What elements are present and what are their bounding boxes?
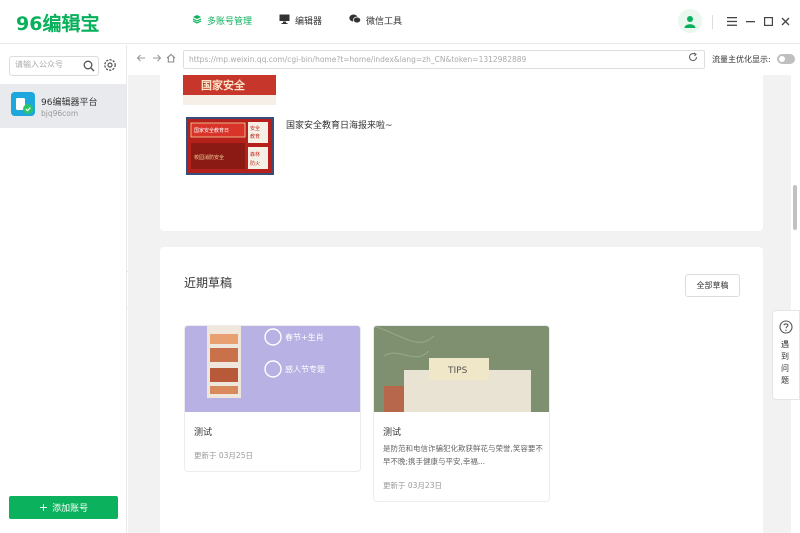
browser-toolbar: https://mp.weixin.qq.com/cgi-bin/home?t=… [128, 45, 800, 75]
cover-text-2: 感人节专题 [285, 364, 325, 374]
thumb2-label-3: 安全 [250, 125, 260, 132]
help-label: 遇到问题 [781, 340, 789, 385]
thumb2-label-1: 国家安全教育日 [194, 127, 229, 134]
cover-text-1: 春节+生肖 [285, 332, 324, 342]
draft-date: 更新于 03月23日 [383, 481, 442, 490]
maximize-icon[interactable] [761, 12, 775, 30]
thumb2-label-6: 防火 [250, 160, 260, 167]
account-item[interactable]: 96编辑器平台 bjq96com [0, 84, 126, 128]
nav-multi-account[interactable]: 多账号管理 [192, 14, 252, 27]
window-controls-divider [712, 15, 713, 29]
thumb2-label-2: 校园消防安全 [194, 154, 224, 161]
article-card: 国家安全 国家安全教育日 安全 教育 校园消防安全 森林 防火 国家安全教育日海… [160, 75, 763, 231]
nav-wechat-tools-label: 微信工具 [366, 17, 403, 27]
app-logo: 96编辑宝 [16, 13, 100, 35]
article-thumbnail-2[interactable]: 国家安全教育日 安全 教育 校园消防安全 森林 防火 [186, 117, 274, 175]
arrow-right-icon[interactable] [152, 53, 162, 63]
web-content: 国家安全 国家安全教育日 安全 教育 校园消防安全 森林 防火 国家安全教育日海… [128, 75, 791, 533]
draft-title: 测试 [194, 428, 213, 438]
refresh-icon[interactable] [688, 52, 698, 62]
gear-icon[interactable] [103, 58, 117, 72]
search-input[interactable] [15, 60, 77, 69]
close-icon[interactable] [778, 12, 792, 30]
nav-multi-account-label: 多账号管理 [207, 17, 253, 27]
nav-editor-label: 编辑器 [295, 17, 323, 27]
sidebar: 96编辑器平台 bjq96com + 添加账号 [0, 45, 127, 533]
cover-text-tips: TIPS [447, 366, 468, 376]
nav-wechat-tools[interactable]: 微信工具 [349, 14, 402, 27]
section-title: 近期草稿 [184, 276, 233, 290]
all-drafts-button[interactable]: 全部草稿 [685, 274, 740, 297]
article-title[interactable]: 国家安全教育日海报来啦~ [286, 118, 393, 131]
flow-optimize-toggle[interactable] [777, 54, 795, 64]
draft-card[interactable]: 春节+生肖 感人节专题 测试 更新于 03月25日 [184, 325, 361, 472]
account-id: bjq96com [41, 109, 79, 118]
wechat-icon [349, 14, 362, 27]
account-logo [11, 92, 35, 116]
nav-editor[interactable]: 编辑器 [279, 14, 322, 27]
question-icon [779, 320, 793, 334]
search-icon[interactable] [83, 60, 95, 72]
draft-cover: TIPS [374, 326, 549, 412]
draft-card[interactable]: TIPS 测试 是防范和电信诈骗犯化欺获鲜花与荣誉,笑容要不早不晚;携手健康与平… [373, 325, 550, 502]
minimize-icon[interactable] [743, 12, 757, 30]
help-button[interactable]: 遇到问题 [772, 310, 800, 400]
thumb1-text: 国家安全 [201, 78, 246, 92]
draft-title: 测试 [383, 428, 402, 438]
add-account-label: 添加账号 [52, 504, 89, 514]
draft-description: 是防范和电信诈骗犯化欺获鲜花与荣誉,笑容要不早不晚;携手健康与平安,幸福... [383, 444, 543, 466]
user-icon [684, 15, 696, 28]
monitor-icon [279, 14, 290, 27]
draft-cover: 春节+生肖 感人节专题 [185, 326, 360, 412]
url-input[interactable]: https://mp.weixin.qq.com/cgi-bin/home?t=… [183, 50, 705, 69]
user-avatar[interactable] [678, 9, 702, 33]
recent-drafts-card: 近期草稿 全部草稿 春节+生肖 感人节专题 测试 更新于 03月25日 TIPS… [160, 247, 763, 533]
account-name: 96编辑器平台 [41, 98, 98, 108]
account-search [9, 56, 99, 76]
thumb2-label-5: 森林 [250, 151, 260, 158]
flow-optimize-label: 流量主优化显示: [712, 55, 771, 64]
top-bar: 96编辑宝 多账号管理 编辑器 微信工具 [0, 0, 800, 44]
arrow-left-icon[interactable] [136, 53, 146, 63]
plus-icon: + [38, 501, 49, 514]
add-account-button[interactable]: + 添加账号 [9, 496, 118, 519]
draft-date: 更新于 03月25日 [194, 451, 253, 460]
layers-icon [192, 14, 202, 27]
content-scrollbar[interactable] [793, 185, 797, 230]
home-icon[interactable] [166, 53, 176, 63]
menu-icon[interactable] [725, 12, 739, 30]
article-thumbnail-1[interactable]: 国家安全 [183, 75, 276, 105]
thumb2-label-4: 教育 [250, 133, 260, 140]
